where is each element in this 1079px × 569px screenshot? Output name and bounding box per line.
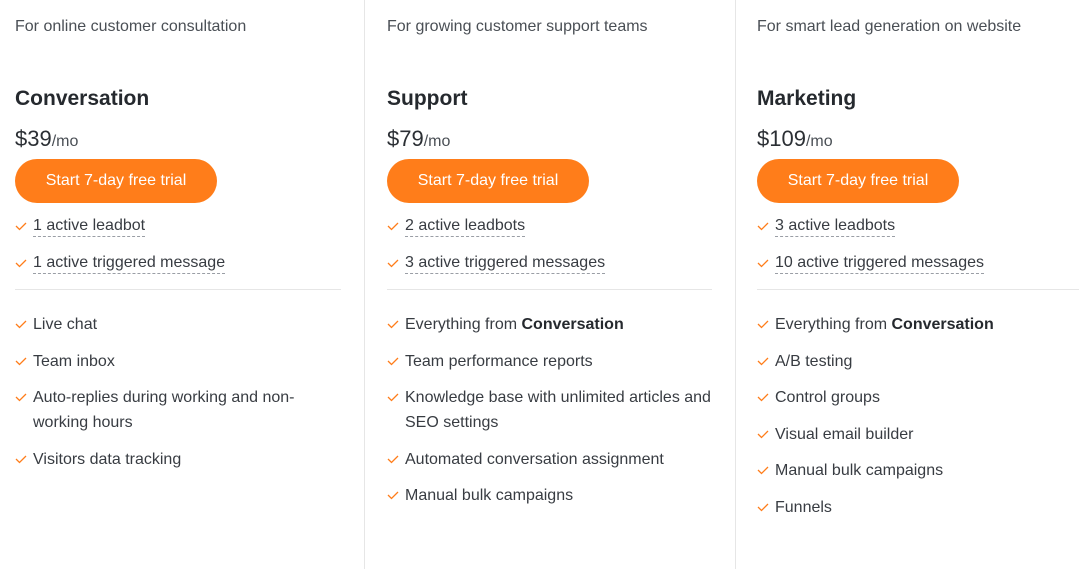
limit-item: 1 active leadbot [15,215,341,252]
feature-item: Everything from Conversation [387,312,712,337]
plan-name: Conversation [15,87,150,110]
check-icon [757,349,775,374]
feature-text: Everything from Conversation [405,316,624,333]
check-icon [757,312,775,337]
feature-text: Control groups [775,389,880,406]
check-icon [15,215,33,237]
feature-item: Team performance reports [387,349,712,374]
feature-item: Everything from Conversation [757,312,1079,337]
limit-item: 2 active leadbots [387,215,712,252]
check-icon [387,215,405,237]
check-icon [387,312,405,337]
limit-text[interactable]: 1 active leadbot [33,215,146,237]
plan-tagline: For growing customer support teams [387,18,648,35]
plan-card-conversation: For online customer consultation Convers… [0,0,364,569]
divider [15,289,341,290]
divider [387,289,712,290]
feature-item: A/B testing [757,349,1079,374]
feature-text: Knowledge base with unlimited articles a… [405,389,711,431]
start-trial-button[interactable]: Start 7-day free trial [387,159,589,203]
price-period: /mo [423,133,451,150]
check-icon [757,458,775,483]
plan-features: Everything from Conversation Team perfor… [387,312,712,508]
feature-item: Knowledge base with unlimited articles a… [387,385,712,435]
feature-item: Visual email builder [757,422,1079,447]
check-icon [15,312,33,337]
start-trial-button[interactable]: Start 7-day free trial [15,159,217,203]
plan-price: $39/mo [15,126,341,152]
price-amount: $79 [387,126,424,151]
check-icon [15,447,33,472]
limit-item: 3 active triggered messages [387,252,712,289]
feature-item: Control groups [757,385,1079,410]
feature-text: Team performance reports [405,352,593,370]
price-amount: $39 [15,126,52,151]
feature-text: Team inbox [33,352,115,370]
check-icon [387,252,405,274]
limit-item: 3 active leadbots [757,215,1079,252]
check-icon [15,252,33,274]
limit-text[interactable]: 3 active triggered messages [405,252,606,274]
feature-item: Auto-replies during working and non-work… [15,385,341,435]
check-icon [15,349,33,374]
check-icon [387,483,405,508]
check-icon [757,422,775,447]
plan-name: Marketing [757,87,857,110]
price-period: /mo [805,133,833,150]
check-icon [387,447,405,472]
feature-text: Visual email builder [775,425,914,443]
plan-price: $79/mo [387,126,712,152]
limit-text[interactable]: 1 active triggered message [33,252,226,274]
feature-item: Manual bulk campaigns [387,483,712,508]
check-icon [757,215,775,237]
plan-features: Everything from Conversation A/B testing… [757,312,1079,520]
feature-item: Funnels [757,495,1079,520]
plan-limits: 1 active leadbot 1 active triggered mess… [15,215,341,289]
feature-item: Manual bulk campaigns [757,458,1079,483]
feature-text: Live chat [33,316,98,333]
check-icon [15,385,33,410]
feature-text: Manual bulk campaigns [775,462,944,479]
price-period: /mo [51,133,79,150]
feature-text: Automated conversation assignment [405,450,664,468]
check-icon [757,252,775,274]
plan-card-marketing: For smart lead generation on website Mar… [735,0,1079,569]
check-icon [757,495,775,520]
plan-limits: 3 active leadbots 10 active triggered me… [757,215,1079,289]
feature-text: Manual bulk campaigns [405,487,574,504]
plan-name: Support [387,87,468,110]
check-icon [757,385,775,410]
feature-item: Team inbox [15,349,341,374]
feature-text: Visitors data tracking [33,450,182,468]
start-trial-button[interactable]: Start 7-day free trial [757,159,959,203]
pricing-plans: For online customer consultation Convers… [0,0,1079,569]
feature-text: Funnels [775,498,832,516]
feature-item: Automated conversation assignment [387,447,712,472]
check-icon [387,385,405,410]
limit-text[interactable]: 3 active leadbots [775,215,896,237]
plan-features: Live chat Team inbox Auto-replies during… [15,312,341,472]
limit-text[interactable]: 2 active leadbots [405,215,526,237]
feature-item: Live chat [15,312,341,337]
divider [757,289,1079,290]
feature-item: Visitors data tracking [15,447,341,472]
feature-text: Everything from Conversation [775,316,994,333]
plan-limits: 2 active leadbots 3 active triggered mes… [387,215,712,289]
limit-text[interactable]: 10 active triggered messages [775,252,984,274]
feature-text: Auto-replies during working and non-work… [33,389,295,431]
limit-item: 10 active triggered messages [757,252,1079,289]
check-icon [387,349,405,374]
plan-tagline: For online customer consultation [15,18,247,35]
price-amount: $109 [757,126,806,151]
limit-item: 1 active triggered message [15,252,341,289]
plan-tagline: For smart lead generation on website [757,18,1022,35]
plan-card-support: For growing customer support teams Suppo… [364,0,735,569]
feature-text: A/B testing [775,352,853,370]
plan-price: $109/mo [757,126,1079,152]
